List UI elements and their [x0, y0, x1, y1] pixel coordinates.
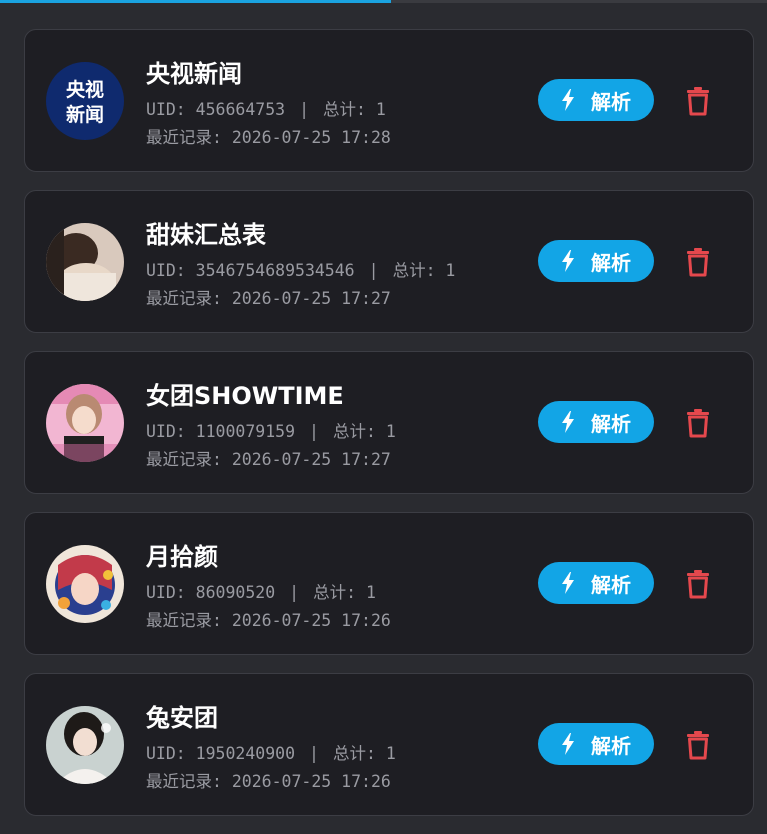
delete-button[interactable] [685, 730, 711, 760]
trash-icon [687, 570, 709, 599]
account-name: 女团SHOWTIME [146, 382, 344, 410]
parse-button[interactable]: 解析 [538, 723, 654, 765]
account-meta: UID: 86090520 | 总计: 1 [146, 579, 376, 603]
recent-record: 最近记录: 2026-07-25 17:26 [146, 611, 391, 630]
uid-text: UID: 456664753 [146, 100, 286, 119]
separator: | [289, 583, 300, 602]
lightning-icon [562, 250, 574, 272]
parse-button-label: 解析 [591, 250, 631, 275]
parse-button-label: 解析 [591, 89, 631, 114]
total-count: 总计: 1 [332, 744, 396, 763]
account-card: 月拾颜 UID: 86090520 | 总计: 1 最近记录: 2026-07-25… [24, 512, 754, 655]
parse-button[interactable]: 解析 [538, 79, 654, 121]
parse-button-label: 解析 [591, 572, 631, 597]
lightning-icon [562, 411, 574, 433]
delete-button[interactable] [685, 86, 711, 116]
trash-icon [687, 87, 709, 116]
parse-button[interactable]: 解析 [538, 240, 654, 282]
avatar[interactable] [46, 384, 124, 462]
separator: | [309, 744, 319, 763]
total-count: 总计: 1 [332, 422, 396, 441]
uid-text: UID: 3546754689534546 [146, 261, 355, 280]
account-card: 女团SHOWTIME UID: 1100079159 | 总计: 1 最近记录: 2… [24, 351, 754, 494]
recent-record: 最近记录: 2026-07-25 17:27 [146, 450, 391, 469]
separator: | [299, 100, 310, 119]
account-meta: UID: 1950240900 | 总计: 1 [146, 740, 396, 764]
delete-button[interactable] [685, 247, 711, 277]
top-progress-bar [0, 0, 767, 3]
account-card: 兔安团 UID: 1950240900 | 总计: 1 最近记录: 2026-07-… [24, 673, 754, 816]
lightning-icon [562, 89, 574, 111]
parse-button[interactable]: 解析 [538, 562, 654, 604]
delete-button[interactable] [685, 569, 711, 599]
parse-button-label: 解析 [591, 411, 631, 436]
avatar[interactable] [46, 706, 124, 784]
account-list: 央视 新闻 央视新闻 UID: 456664753 | 总计: 1 最近记录: 20… [24, 29, 754, 834]
avatar[interactable] [46, 223, 124, 301]
account-meta: UID: 1100079159 | 总计: 1 [146, 418, 396, 442]
account-meta: UID: 3546754689534546 | 总计: 1 [146, 257, 455, 281]
parse-button-label: 解析 [591, 733, 631, 758]
avatar-logo-text-top: 央视 [66, 78, 104, 101]
trash-icon [687, 409, 709, 438]
total-count: 总计: 1 [392, 261, 456, 280]
account-name: 兔安团 [146, 704, 218, 732]
uid-text: UID: 1100079159 [146, 422, 296, 441]
avatar[interactable] [46, 545, 124, 623]
lightning-icon [562, 733, 574, 755]
account-card: 甜妹汇总表 UID: 3546754689534546 | 总计: 1 最近记录: … [24, 190, 754, 333]
parse-button[interactable]: 解析 [538, 401, 654, 443]
avatar-logo-text-bottom: 新闻 [66, 103, 104, 126]
total-count: 总计: 1 [313, 583, 376, 602]
recent-record: 最近记录: 2026-07-25 17:27 [146, 289, 391, 308]
account-name: 央视新闻 [146, 60, 242, 88]
delete-button[interactable] [685, 408, 711, 438]
lightning-icon [562, 572, 574, 594]
trash-icon [687, 731, 709, 760]
uid-text: UID: 86090520 [146, 583, 276, 602]
separator: | [368, 261, 379, 280]
separator: | [309, 422, 319, 441]
account-name: 甜妹汇总表 [146, 221, 266, 249]
trash-icon [687, 248, 709, 277]
account-meta: UID: 456664753 | 总计: 1 [146, 96, 386, 120]
total-count: 总计: 1 [323, 100, 386, 119]
recent-record: 最近记录: 2026-07-25 17:26 [146, 772, 391, 791]
avatar[interactable]: 央视 新闻 [46, 62, 124, 140]
recent-record: 最近记录: 2026-07-25 17:28 [146, 128, 391, 147]
account-card: 央视 新闻 央视新闻 UID: 456664753 | 总计: 1 最近记录: 20… [24, 29, 754, 172]
top-progress-fill [0, 0, 392, 3]
uid-text: UID: 1950240900 [146, 744, 296, 763]
account-name: 月拾颜 [146, 543, 218, 571]
